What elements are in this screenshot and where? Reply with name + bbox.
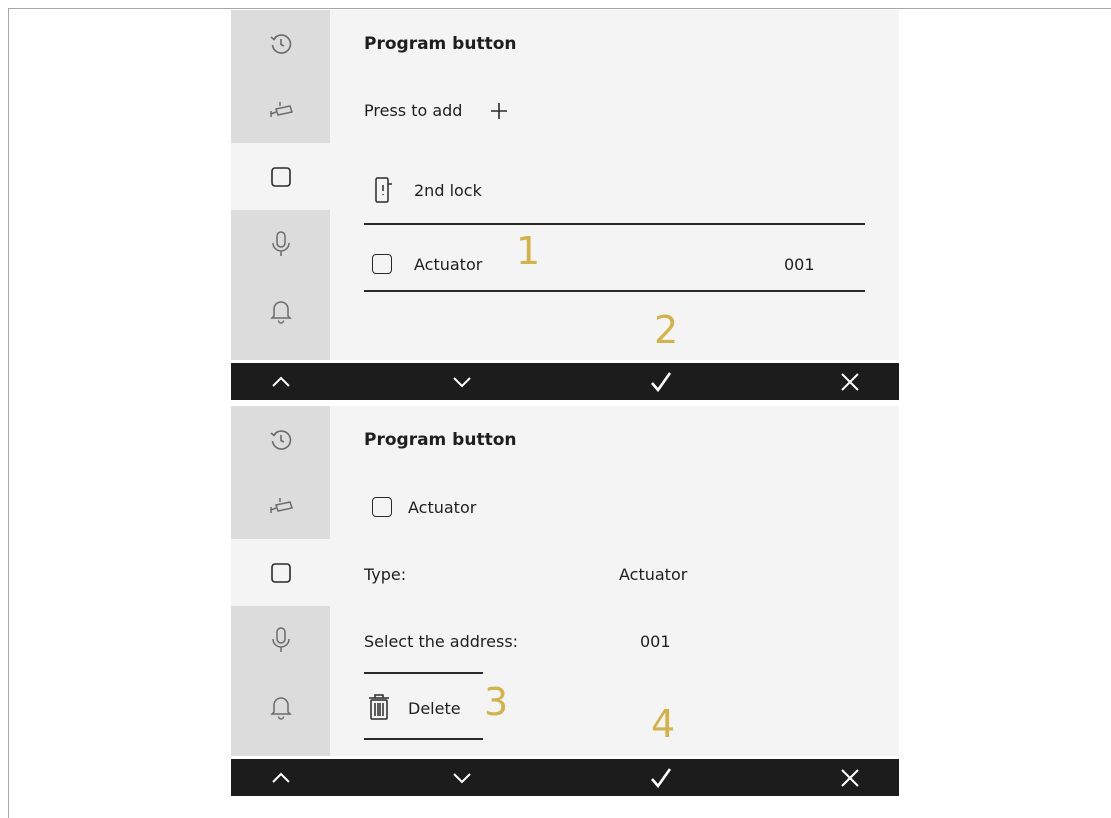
close-button[interactable] [815, 363, 885, 400]
divider [364, 290, 865, 292]
frame-border-top [8, 8, 1111, 9]
button-icon [270, 166, 291, 187]
scroll-down-button[interactable] [417, 759, 507, 796]
callout-2: 2 [654, 308, 679, 352]
sidebar-item-microphone[interactable] [231, 210, 330, 277]
sidebar-item-camera[interactable] [231, 77, 330, 143]
list-item-actuator[interactable]: Actuator 001 [364, 245, 865, 285]
camera-icon [269, 102, 293, 117]
screen-program-button-list: Program button Press to add 2nd lock Act… [231, 10, 899, 400]
lock-label: 2nd lock [414, 181, 482, 200]
address-value[interactable]: 001 [640, 632, 671, 651]
divider [364, 738, 483, 740]
sidebar-item-bell[interactable] [231, 277, 330, 344]
microphone-icon [271, 626, 290, 652]
screen-program-button-detail: Program button Actuator Type: Actuator S… [231, 406, 899, 796]
trash-icon [369, 694, 389, 720]
chevron-up-icon [271, 376, 290, 387]
history-icon [269, 429, 291, 450]
callout-3: 3 [484, 680, 509, 724]
add-device-label: Press to add [364, 101, 463, 120]
chevron-up-icon [271, 772, 290, 783]
scroll-down-button[interactable] [417, 363, 507, 400]
plus-icon [491, 103, 507, 119]
confirm-button[interactable] [621, 759, 701, 796]
divider [364, 223, 865, 225]
page-title: Program button [364, 430, 517, 450]
lock-icon [375, 177, 392, 203]
close-icon [841, 372, 859, 391]
sidebar [231, 406, 330, 756]
device-header: Actuator [364, 490, 664, 524]
sidebar-item-history[interactable] [231, 406, 330, 473]
sidebar [231, 10, 330, 360]
actuator-address: 001 [784, 255, 815, 274]
page-title: Program button [364, 34, 517, 54]
sidebar-item-bell[interactable] [231, 673, 330, 740]
sidebar-item-camera[interactable] [231, 473, 330, 539]
scroll-up-button[interactable] [231, 363, 330, 400]
content-panel: Program button Actuator Type: Actuator S… [330, 406, 899, 756]
callout-4: 4 [651, 702, 676, 746]
type-value[interactable]: Actuator [619, 565, 687, 584]
sidebar-item-button[interactable] [231, 539, 330, 606]
device-name: Actuator [408, 498, 477, 517]
delete-button[interactable]: Delete [364, 688, 484, 728]
bell-icon [269, 696, 292, 720]
actuator-checkbox-icon [372, 254, 392, 274]
content-panel: Program button Press to add 2nd lock Act… [330, 10, 899, 360]
close-icon [841, 768, 859, 787]
check-icon [651, 371, 672, 392]
callout-1: 1 [516, 229, 541, 273]
microphone-icon [271, 230, 290, 256]
sidebar-item-microphone[interactable] [231, 606, 330, 673]
camera-icon [269, 498, 293, 513]
delete-label: Delete [408, 699, 461, 718]
actuator-label: Actuator [414, 255, 483, 274]
actuator-checkbox-icon [372, 497, 392, 517]
chevron-down-icon [453, 376, 471, 387]
history-icon [269, 33, 291, 54]
add-device-button[interactable]: Press to add [364, 96, 534, 126]
bell-icon [269, 300, 292, 324]
list-item-2nd-lock[interactable]: 2nd lock [364, 172, 764, 212]
scroll-up-button[interactable] [231, 759, 330, 796]
frame-border-left [8, 8, 9, 818]
address-label: Select the address: [364, 632, 519, 651]
sidebar-item-button[interactable] [231, 143, 330, 210]
type-label: Type: [364, 565, 407, 584]
button-icon [270, 562, 291, 583]
sidebar-item-history[interactable] [231, 10, 330, 77]
chevron-down-icon [453, 772, 471, 783]
confirm-button[interactable] [621, 363, 701, 400]
bottom-bar [231, 363, 899, 400]
check-icon [651, 767, 672, 788]
bottom-bar [231, 759, 899, 796]
divider [364, 672, 483, 674]
close-button[interactable] [815, 759, 885, 796]
